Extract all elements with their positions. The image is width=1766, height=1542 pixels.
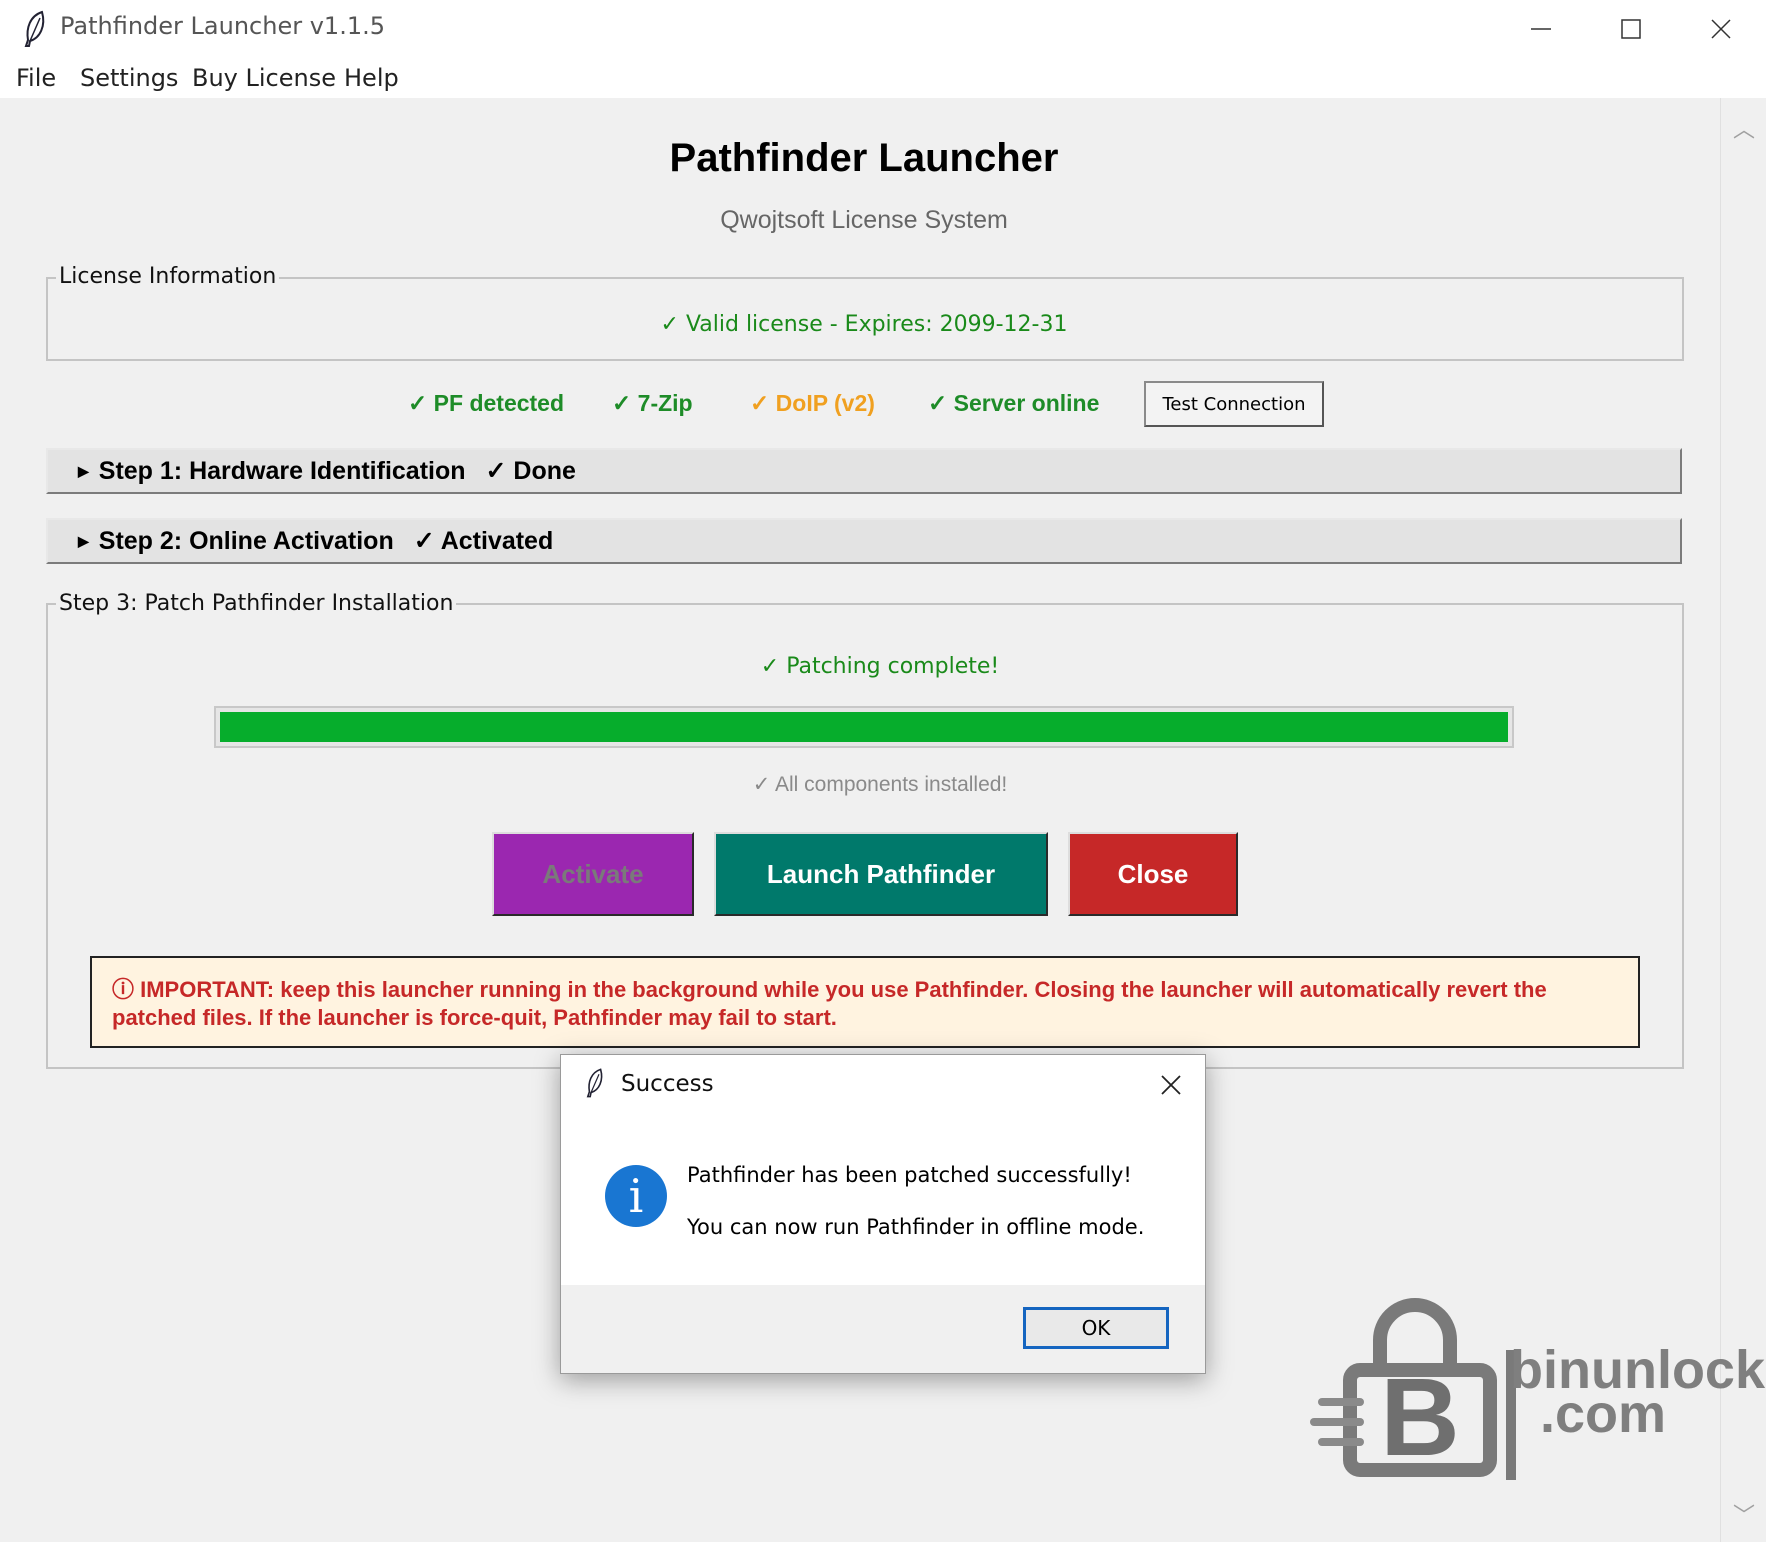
dialog-message-2: You can now run Pathfinder in offline mo…	[687, 1215, 1145, 1239]
page-subtitle: Qwojtsoft License System	[720, 206, 1008, 234]
feather-icon	[586, 1068, 603, 1098]
menu-buy-license[interactable]: Buy License	[192, 64, 336, 92]
progress-bar	[214, 706, 1514, 748]
feather-icon	[24, 10, 45, 47]
step-1-header[interactable]: ▶ Step 1: Hardware Identification ✓ Done	[46, 448, 1682, 494]
dialog-footer: OK	[561, 1285, 1205, 1373]
dialog-message-1: Pathfinder has been patched successfully…	[687, 1163, 1132, 1187]
triangle-right-icon: ▶	[78, 532, 89, 549]
status-pf-detected: ✓ PF detected	[408, 390, 565, 416]
svg-text:B: B	[1380, 1356, 1459, 1479]
title-bar[interactable]: Pathfinder Launcher v1.1.5	[0, 0, 1766, 58]
patch-status: ✓ Patching complete!	[760, 654, 1000, 679]
progress-fill	[220, 712, 1508, 742]
step-3-legend: Step 3: Patch Pathfinder Installation	[56, 591, 457, 616]
scroll-up-icon[interactable]: ︿	[1721, 112, 1766, 144]
step-2-result: ✓ Activated	[413, 527, 554, 555]
close-icon	[1711, 19, 1731, 39]
menu-help[interactable]: Help	[344, 64, 399, 92]
dialog-title: Success	[621, 1071, 714, 1097]
components-status: ✓ All components installed!	[752, 773, 1008, 796]
info-icon: i	[605, 1165, 667, 1227]
license-info-legend: License Information	[56, 264, 280, 289]
scroll-down-icon[interactable]: ﹀	[1721, 1498, 1766, 1530]
watermark-text: binunlock .com	[1510, 1343, 1765, 1441]
menu-settings[interactable]: Settings	[80, 64, 178, 92]
status-7zip: ✓ 7-Zip	[612, 390, 693, 416]
close-icon	[1161, 1075, 1181, 1095]
maximize-icon	[1621, 19, 1641, 39]
step-1-result: ✓ Done	[485, 457, 576, 485]
dialog-close-button[interactable]	[1151, 1065, 1191, 1105]
triangle-right-icon: ▶	[78, 462, 89, 479]
maximize-button[interactable]	[1586, 0, 1676, 58]
minimize-icon	[1531, 28, 1551, 30]
minimize-button[interactable]	[1496, 0, 1586, 58]
window-title: Pathfinder Launcher v1.1.5	[60, 12, 385, 40]
status-server-online: ✓ Server online	[928, 390, 1100, 416]
menu-bar: File Settings Buy License Help	[0, 58, 1766, 98]
activate-button[interactable]: Activate	[492, 832, 694, 916]
important-notice: ⓘ IMPORTANT: keep this launcher running …	[90, 956, 1640, 1048]
step-2-label: Step 2: Online Activation	[98, 526, 394, 555]
step-2-header[interactable]: ▶ Step 2: Online Activation ✓ Activated	[46, 518, 1682, 564]
test-connection-button[interactable]: Test Connection	[1144, 381, 1324, 427]
menu-file[interactable]: File	[16, 64, 56, 92]
success-dialog: Success i Pathfinder has been patched su…	[560, 1054, 1206, 1374]
license-status: ✓ Valid license - Expires: 2099-12-31	[660, 312, 1068, 337]
ok-button[interactable]: OK	[1023, 1307, 1169, 1349]
page-title: Pathfinder Launcher	[669, 136, 1059, 180]
step-1-label: Step 1: Hardware Identification	[98, 456, 466, 485]
window-close-button[interactable]	[1676, 0, 1766, 58]
status-doip: ✓ DoIP (v2)	[750, 390, 875, 416]
close-button[interactable]: Close	[1068, 832, 1238, 916]
launch-pathfinder-button[interactable]: Launch Pathfinder	[714, 832, 1048, 916]
